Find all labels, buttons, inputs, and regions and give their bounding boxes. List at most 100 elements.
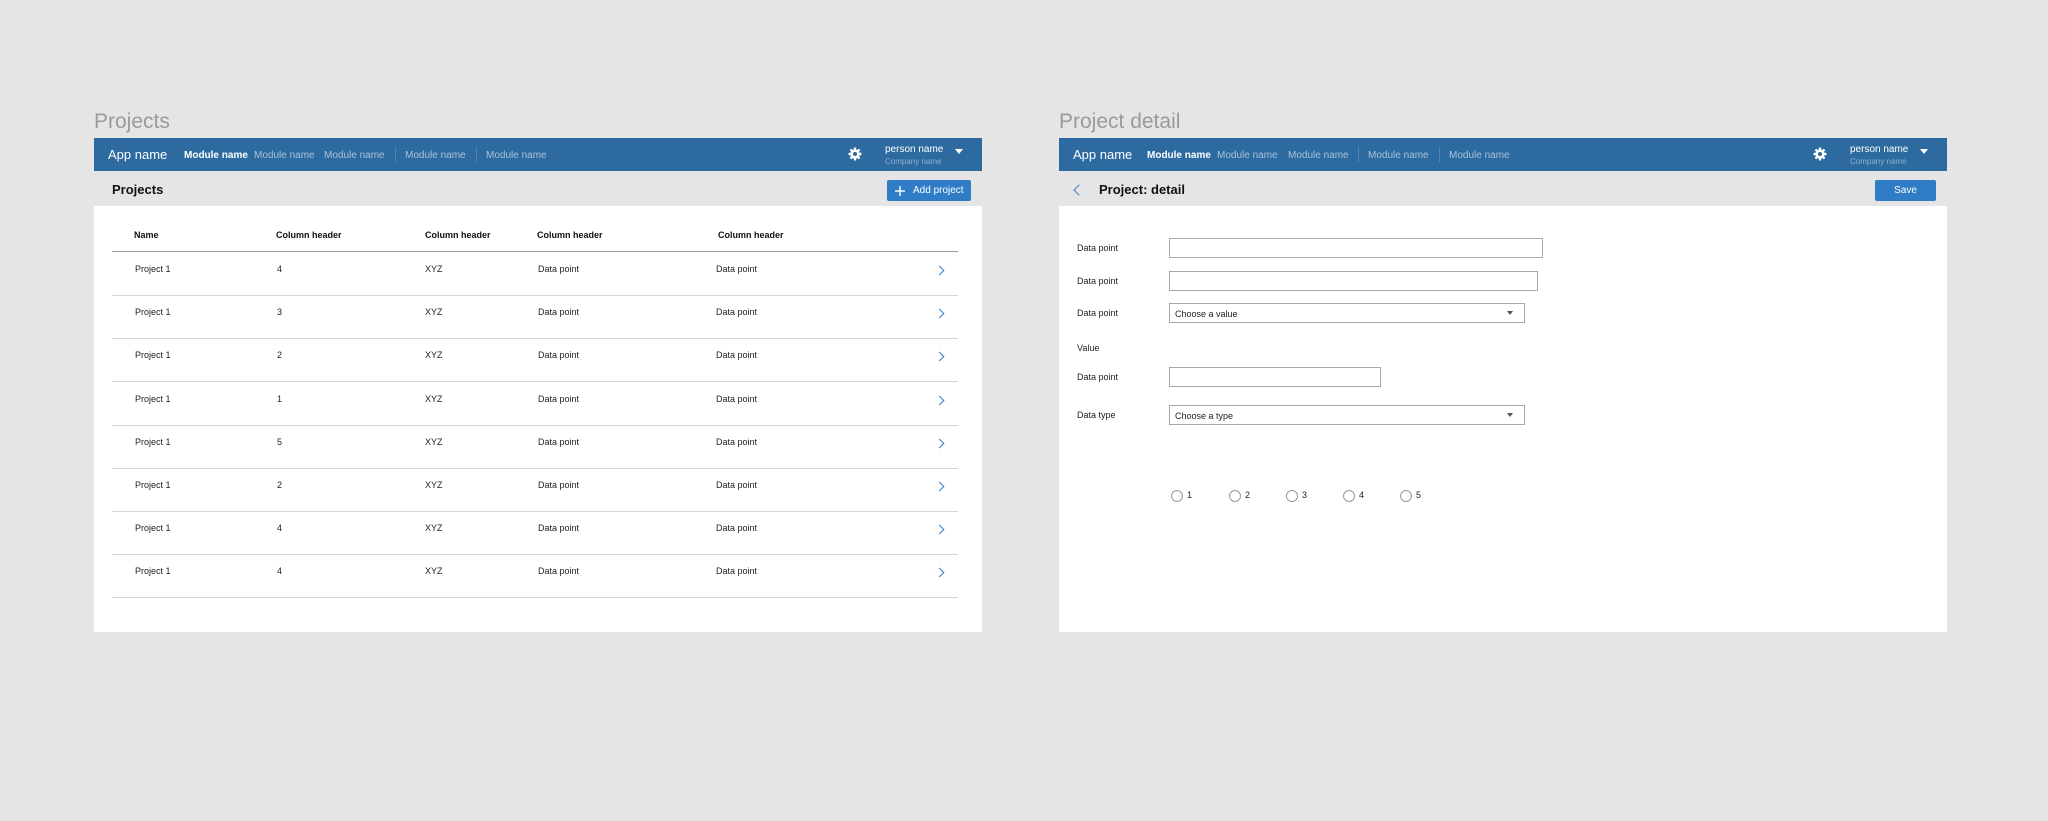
nav-module-1[interactable]: Module name <box>1147 150 1211 161</box>
data-point-input-3[interactable] <box>1169 367 1381 387</box>
app-name[interactable]: App name <box>1073 147 1132 162</box>
chevron-left-icon[interactable] <box>1073 184 1085 196</box>
data-type-select[interactable]: Choose a type <box>1169 405 1525 425</box>
top-nav-bar: App name Module name Module name Module … <box>1059 138 1947 171</box>
person-name[interactable]: person name <box>1850 144 1908 155</box>
chevron-right-icon[interactable] <box>934 395 945 406</box>
table-cell: XYZ <box>425 436 443 447</box>
table-cell: Data point <box>716 523 758 534</box>
table-row[interactable]: Project 1 2 XYZ Data point Data point <box>112 469 958 512</box>
plus-icon <box>895 186 905 196</box>
table-cell: Data point <box>716 307 758 318</box>
table-cell: Data point <box>716 566 758 577</box>
radio-label: 2 <box>1245 490 1251 500</box>
column-header[interactable]: Column header <box>537 230 603 240</box>
project-detail-form: Data point Data point Data point Choose … <box>1059 206 1947 632</box>
table-row[interactable]: Project 1 4 XYZ Data point Data point <box>112 512 958 556</box>
chevron-down-icon[interactable] <box>1920 149 1928 154</box>
data-point-input-2[interactable] <box>1169 271 1538 291</box>
radio-circle[interactable] <box>1400 490 1412 502</box>
chevron-right-icon[interactable] <box>934 351 945 362</box>
project-detail-screen: App name Module name Module name Module … <box>1059 138 1947 632</box>
table-cell: 4 <box>277 566 283 577</box>
projects-screen: App name Module name Module name Module … <box>94 138 982 632</box>
radio-circle[interactable] <box>1171 490 1183 502</box>
nav-module-1[interactable]: Module name <box>184 150 248 161</box>
data-point-input-1[interactable] <box>1169 238 1543 258</box>
table-cell: XYZ <box>425 307 443 318</box>
nav-module-3[interactable]: Module name <box>1288 150 1349 161</box>
save-button[interactable]: Save <box>1875 180 1936 201</box>
gear-icon[interactable] <box>847 146 863 162</box>
page-header: Project: detail Save <box>1059 171 1947 206</box>
nav-module-5[interactable]: Module name <box>1449 150 1510 161</box>
save-label: Save <box>1894 185 1917 196</box>
caret-down-icon <box>1507 311 1513 315</box>
field-label: Data point <box>1077 276 1119 286</box>
nav-divider <box>476 147 477 162</box>
value-select-text: Choose a value <box>1175 309 1238 319</box>
radio-circle[interactable] <box>1229 490 1241 502</box>
nav-module-3[interactable]: Module name <box>324 150 385 161</box>
column-header-name[interactable]: Name <box>134 230 159 240</box>
frame-title-projects: Projects <box>94 110 170 133</box>
add-project-button[interactable]: Add project <box>887 180 971 201</box>
table-row[interactable]: Project 1 1 XYZ Data point Data point <box>112 383 958 426</box>
table-cell: Data point <box>538 393 580 404</box>
table-cell: XYZ <box>425 350 443 361</box>
table-cell: 5 <box>277 436 283 447</box>
chevron-right-icon[interactable] <box>934 567 945 578</box>
row-divider <box>112 597 958 599</box>
table-cell: XYZ <box>425 523 443 534</box>
table-cell: XYZ <box>425 566 443 577</box>
gear-icon[interactable] <box>1812 146 1828 162</box>
table-row[interactable]: Project 1 2 XYZ Data point Data point <box>112 339 958 383</box>
chevron-down-icon[interactable] <box>955 149 963 154</box>
add-project-label: Add project <box>913 185 964 196</box>
nav-divider <box>1439 147 1440 162</box>
data-type-select-text: Choose a type <box>1175 411 1234 421</box>
nav-module-4[interactable]: Module name <box>1368 150 1429 161</box>
company-name: Company name <box>1850 157 1907 166</box>
column-header[interactable]: Column header <box>718 230 784 240</box>
frame-title-project-detail: Project detail <box>1059 110 1181 133</box>
table-header-divider <box>112 251 958 252</box>
project-name-cell: Project 1 <box>135 307 171 318</box>
chevron-right-icon[interactable] <box>934 481 945 492</box>
chevron-right-icon[interactable] <box>934 265 945 276</box>
table-row[interactable]: Project 1 4 XYZ Data point Data point <box>112 555 958 599</box>
table-row[interactable]: Project 1 5 XYZ Data point Data point <box>112 426 958 469</box>
column-header[interactable]: Column header <box>276 230 342 240</box>
field-label: Data point <box>1077 372 1119 382</box>
nav-module-2[interactable]: Module name <box>254 150 315 161</box>
app-name[interactable]: App name <box>108 147 167 162</box>
table-cell: Data point <box>538 436 580 447</box>
table-cell: Data point <box>716 436 758 447</box>
value-select[interactable]: Choose a value <box>1169 303 1525 323</box>
table-row[interactable]: Project 1 3 XYZ Data point Data point <box>112 296 958 340</box>
chevron-right-icon[interactable] <box>934 524 945 535</box>
field-label: Value <box>1077 343 1100 353</box>
nav-module-5[interactable]: Module name <box>486 150 547 161</box>
table-cell: Data point <box>716 480 758 490</box>
field-label: Data point <box>1077 243 1119 253</box>
radio-label: 1 <box>1187 490 1193 500</box>
table-cell: Data point <box>716 350 758 361</box>
person-name[interactable]: person name <box>885 144 943 155</box>
chevron-right-icon[interactable] <box>934 308 945 319</box>
chevron-right-icon[interactable] <box>934 438 945 449</box>
radio-circle[interactable] <box>1343 490 1355 502</box>
project-name-cell: Project 1 <box>135 523 171 534</box>
radio-label: 5 <box>1416 490 1422 500</box>
radio-circle[interactable] <box>1286 490 1298 502</box>
nav-module-4[interactable]: Module name <box>405 150 466 161</box>
table-cell: XYZ <box>425 264 443 274</box>
table-cell: Data point <box>538 350 580 361</box>
table-cell: Data point <box>538 523 580 534</box>
project-name-cell: Project 1 <box>135 393 171 404</box>
projects-table-panel: Name Column header Column header Column … <box>94 206 982 632</box>
table-cell: 4 <box>277 523 283 534</box>
table-row[interactable]: Project 1 4 XYZ Data point Data point <box>112 253 958 296</box>
column-header[interactable]: Column header <box>425 230 491 240</box>
nav-module-2[interactable]: Module name <box>1217 150 1278 161</box>
